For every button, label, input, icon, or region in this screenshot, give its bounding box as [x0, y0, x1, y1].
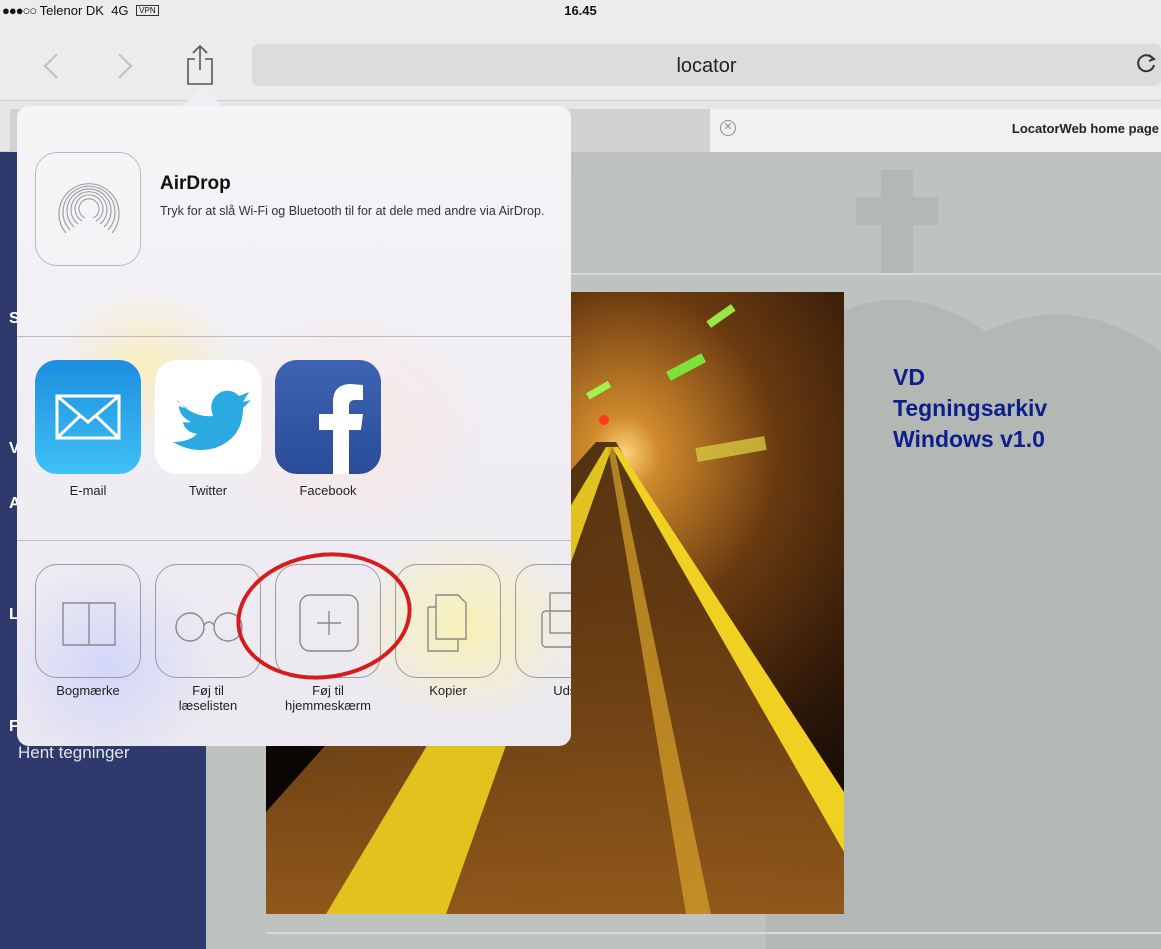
- tab-title: LocatorWeb home page: [1011, 121, 1159, 136]
- action-label-home-screen: Føj til hjemmeskærm: [285, 683, 371, 713]
- app-label-email: E-mail: [69, 483, 107, 498]
- status-bar: ●●●○○ Telenor DK 4G VPN 16.45: [0, 0, 1161, 20]
- copy-icon: [427, 594, 467, 652]
- reload-icon: [1137, 54, 1156, 73]
- airdrop-description: Tryk for at slå Wi-Fi og Bluetooth til f…: [160, 204, 545, 218]
- app-label-facebook: Facebook: [299, 483, 357, 498]
- title-line-1: VD: [893, 364, 925, 390]
- forward-button[interactable]: [106, 48, 142, 84]
- airdrop-title: AirDrop: [160, 173, 231, 194]
- mail-icon: [55, 394, 121, 440]
- title-line-3: Windows v1.0: [893, 426, 1045, 452]
- print-icon: [541, 592, 571, 648]
- share-button[interactable]: [182, 42, 218, 88]
- action-label-bookmark: Bogmærke: [56, 683, 120, 698]
- twitter-icon: [173, 390, 251, 450]
- action-label-print: Udsk: [553, 683, 571, 698]
- browser-toolbar: locator: [0, 20, 1161, 100]
- sidebar-link-hent-tegninger[interactable]: Hent tegninger: [18, 743, 130, 763]
- title-line-2: Tegningsarkiv: [893, 395, 1048, 421]
- back-button[interactable]: [34, 48, 70, 84]
- reload-button[interactable]: [1135, 51, 1159, 82]
- twitter-share-button[interactable]: [155, 360, 261, 474]
- airdrop-icon: [58, 183, 120, 241]
- facebook-icon: [319, 384, 363, 474]
- address-bar[interactable]: locator: [252, 44, 1161, 86]
- sheet-divider: [17, 336, 571, 337]
- print-button[interactable]: [515, 564, 571, 678]
- copy-button[interactable]: [395, 564, 501, 678]
- facebook-share-button[interactable]: [275, 360, 381, 474]
- app-label-twitter: Twitter: [188, 483, 228, 498]
- tab-active[interactable]: ✕ LocatorWeb home page: [710, 109, 1161, 153]
- airdrop-button[interactable]: [35, 152, 141, 266]
- chevron-right-icon: [118, 53, 133, 79]
- chevron-left-icon: [43, 53, 58, 79]
- page-title: VD Tegningsarkiv Windows v1.0: [893, 362, 1047, 455]
- status-time: 16.45: [564, 3, 597, 18]
- close-tab-icon[interactable]: ✕: [720, 120, 736, 136]
- sheet-divider: [17, 540, 571, 541]
- action-label-copy: Kopier: [429, 683, 467, 698]
- bookmark-button[interactable]: [35, 564, 141, 678]
- email-share-button[interactable]: [35, 360, 141, 474]
- share-icon: [187, 44, 213, 85]
- url-text: locator: [676, 55, 737, 77]
- book-icon: [62, 602, 116, 646]
- action-label-reading-list: Føj til læselisten: [178, 683, 238, 713]
- divider-line: [266, 932, 1161, 934]
